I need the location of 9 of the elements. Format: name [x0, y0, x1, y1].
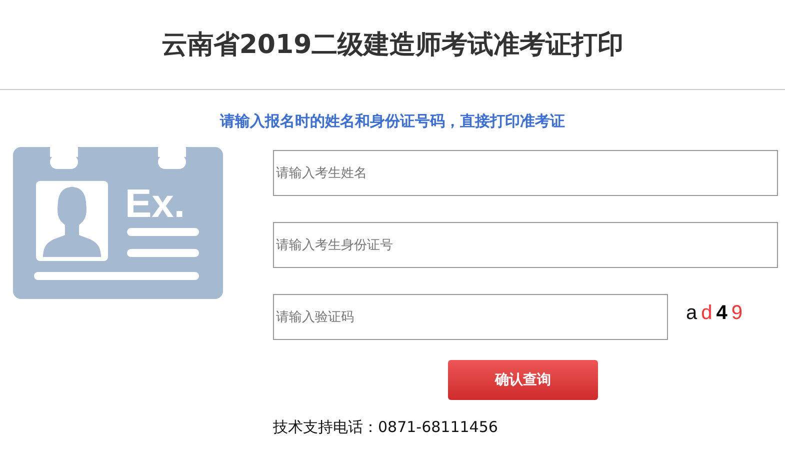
page-title: 云南省2019二级建造师考试准考证打印	[161, 29, 624, 62]
id-card-icon: Ex.	[13, 147, 223, 299]
input-field[interactable]: 请输入考生身份证号	[273, 222, 778, 268]
captcha-image[interactable]: a d 4 9	[686, 302, 742, 324]
support-phone-text: 技术支持电话：0871-68111456	[273, 418, 499, 437]
input-field[interactable]: 请输入考生姓名	[273, 150, 778, 196]
submit-button[interactable]: 确认查询	[448, 360, 598, 400]
input-field[interactable]: 请输入验证码	[273, 294, 668, 340]
instruction-text: 请输入报名时的姓名和身份证号码，直接打印准考证	[218, 112, 566, 131]
